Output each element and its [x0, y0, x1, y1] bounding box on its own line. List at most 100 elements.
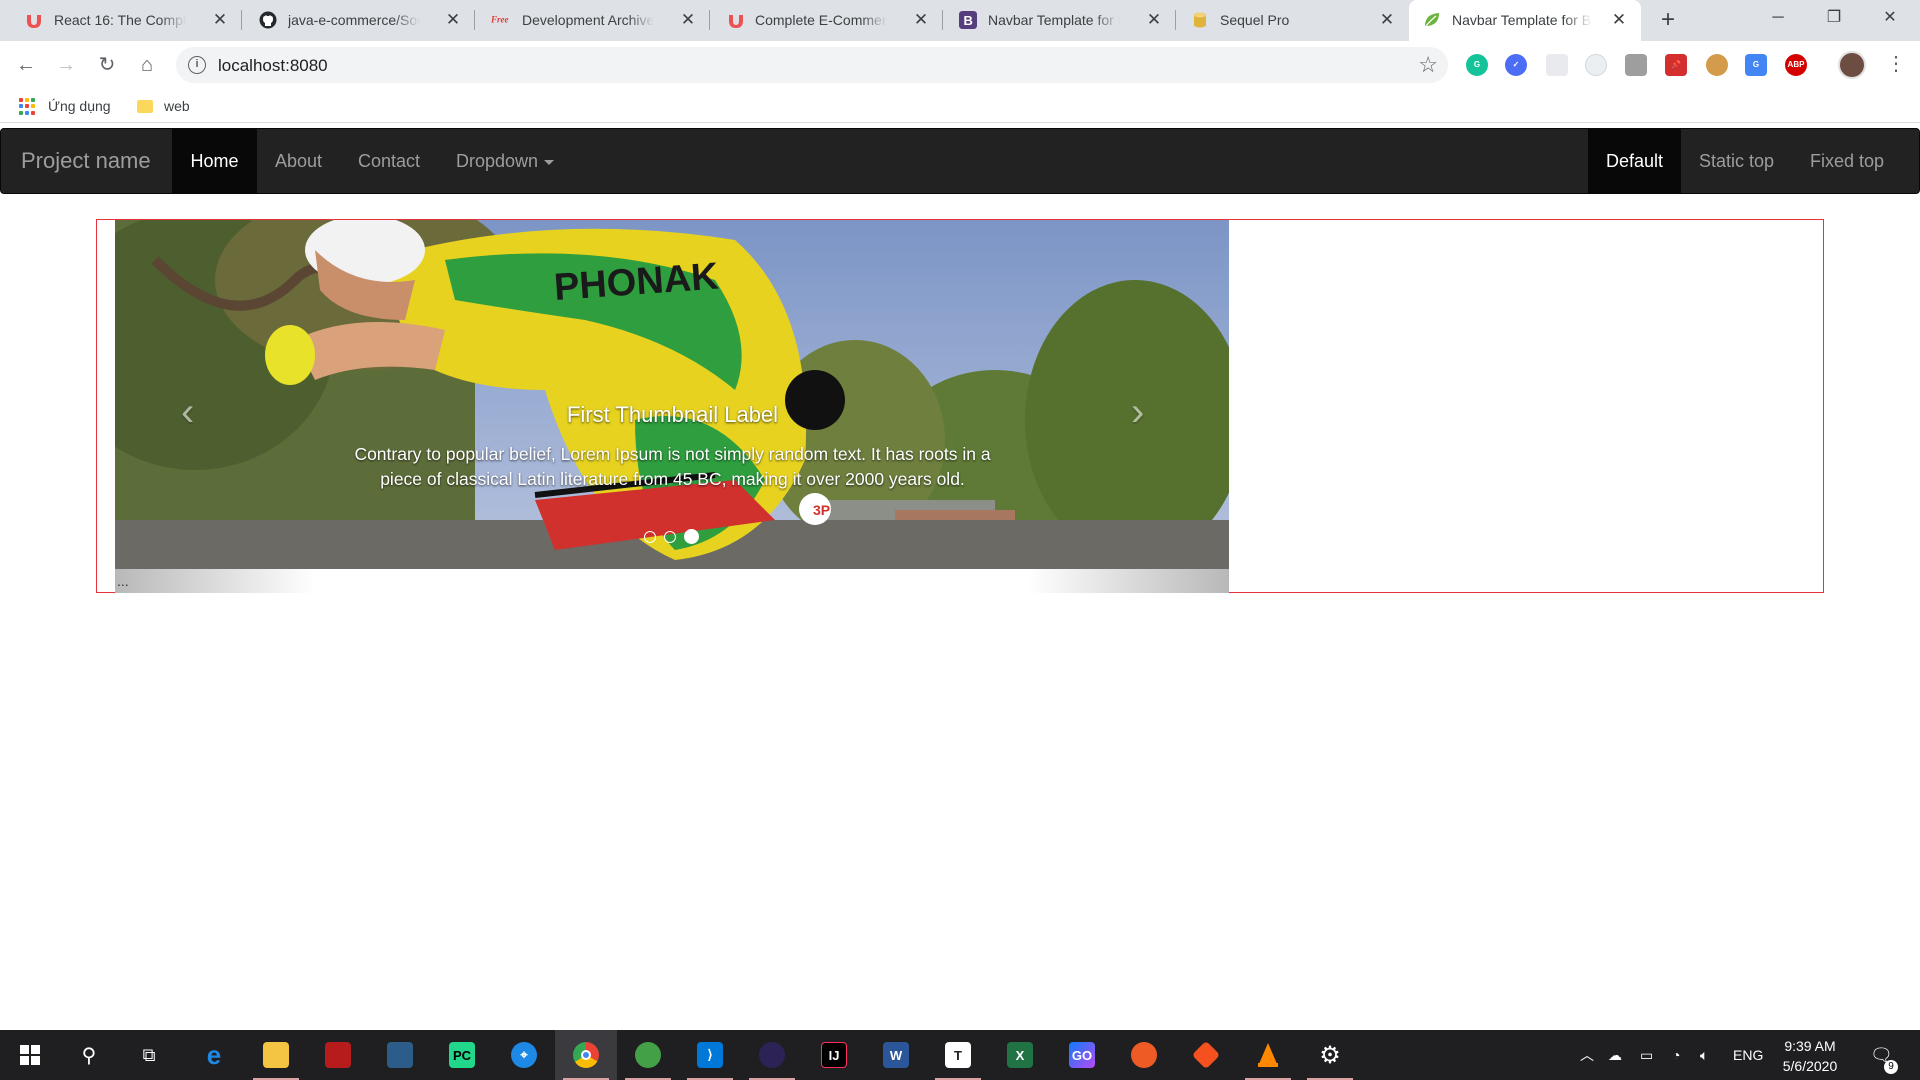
- nav-default[interactable]: Default: [1588, 129, 1681, 193]
- tab-title: Complete E-Commerce: [755, 12, 887, 28]
- tab-title: Navbar Template for Bootstrap: [1452, 12, 1592, 28]
- green-app-icon: [635, 1042, 661, 1068]
- car-app-icon: [325, 1042, 351, 1068]
- carousel-next-control[interactable]: ›: [1131, 390, 1144, 435]
- browser-tab[interactable]: Sequel Pro ✕: [1176, 0, 1409, 41]
- carousel-prev-control[interactable]: ‹: [181, 390, 194, 435]
- wifi-icon: ◔: [1672, 1047, 1681, 1063]
- folder-icon: [137, 99, 153, 113]
- close-icon[interactable]: ✕: [443, 10, 463, 30]
- taskbar-excel[interactable]: X: [989, 1030, 1051, 1080]
- nav-home[interactable]: Home: [172, 129, 257, 193]
- network-tray[interactable]: ◔: [1672, 1030, 1680, 1080]
- close-icon[interactable]: ✕: [1144, 10, 1164, 30]
- grammarly-icon[interactable]: G: [1466, 54, 1488, 76]
- bookmark-apps[interactable]: Ứng dụng: [19, 96, 111, 116]
- timer-extension-icon[interactable]: [1585, 54, 1607, 76]
- close-icon[interactable]: ✕: [210, 10, 230, 30]
- bookmark-folder-web[interactable]: web: [137, 96, 190, 116]
- taskbar-vlc[interactable]: [1237, 1030, 1299, 1080]
- taskbar-pycharm[interactable]: PC: [431, 1030, 493, 1080]
- browser-tab-active[interactable]: Navbar Template for Bootstrap ✕: [1409, 0, 1641, 41]
- home-icon[interactable]: ⌂: [133, 51, 161, 79]
- navbar-brand[interactable]: Project name: [21, 148, 151, 174]
- menu-kebab-icon[interactable]: ⋮: [1884, 52, 1908, 76]
- browser-tab[interactable]: java-e-commerce/Source ✕: [242, 0, 475, 41]
- show-hidden-icons[interactable]: ︿: [1580, 1030, 1594, 1080]
- taskbar-mysql-workbench[interactable]: [369, 1030, 431, 1080]
- taskbar-file-explorer[interactable]: [245, 1030, 307, 1080]
- nav-contact[interactable]: Contact: [340, 129, 438, 193]
- pin-extension-icon[interactable]: 📌: [1665, 54, 1687, 76]
- back-icon[interactable]: ←: [12, 51, 40, 79]
- search-button[interactable]: ⚲: [58, 1030, 120, 1080]
- translate-icon[interactable]: G: [1745, 54, 1767, 76]
- taskbar-app-car[interactable]: [307, 1030, 369, 1080]
- browser-tab[interactable]: B Navbar Template for Bootstrap ✕: [943, 0, 1176, 41]
- tab-title: Sequel Pro: [1220, 12, 1290, 28]
- browser-tab[interactable]: React 16: The Complete Guide ✕: [0, 0, 242, 41]
- taskbar-maps[interactable]: ⌖: [493, 1030, 555, 1080]
- nav-dropdown[interactable]: Dropdown: [438, 129, 572, 193]
- carousel-indicator[interactable]: [644, 530, 656, 543]
- nav-about[interactable]: About: [257, 129, 340, 193]
- taskbar-edge[interactable]: e: [183, 1030, 245, 1080]
- carousel-indicator-active[interactable]: [684, 529, 699, 544]
- close-icon[interactable]: ✕: [1609, 10, 1629, 30]
- start-button[interactable]: [0, 1030, 60, 1080]
- clock-time: 9:39 AM: [1784, 1038, 1836, 1054]
- nav-static-top[interactable]: Static top: [1681, 129, 1792, 193]
- url-text: localhost:8080: [218, 56, 328, 75]
- carousel-indicator[interactable]: [664, 530, 676, 543]
- onedrive-tray[interactable]: ☁: [1608, 1030, 1622, 1080]
- battery-tray[interactable]: ▭: [1640, 1030, 1653, 1080]
- close-icon[interactable]: ✕: [1377, 10, 1397, 30]
- browser-toolbar: ← → ↻ ⌂ i localhost:8080 ☆ G ✓ 📌 G ABP ⋮: [0, 41, 1920, 89]
- taskbar-settings[interactable]: ⚙: [1299, 1030, 1361, 1080]
- pycharm-icon: PC: [449, 1042, 475, 1068]
- nav-fixed-top[interactable]: Fixed top: [1792, 129, 1902, 193]
- taskbar-intellij[interactable]: IJ: [803, 1030, 865, 1080]
- volume-tray[interactable]: 🔈︎: [1700, 1030, 1708, 1080]
- gray-extension-icon[interactable]: [1625, 54, 1647, 76]
- taskbar-sourcetree[interactable]: [1175, 1030, 1237, 1080]
- site-info-icon[interactable]: i: [188, 56, 206, 74]
- taskbar-word[interactable]: W: [865, 1030, 927, 1080]
- taskbar-app-green[interactable]: [617, 1030, 679, 1080]
- caret-down-icon: [544, 159, 555, 165]
- windows-taskbar: ⚲ ⧉ e PC ⌖ ⟩ IJ W T X GO ⚙ ︿ ☁ ▭ ◔ 🔈︎ EN…: [0, 1030, 1920, 1080]
- reload-icon[interactable]: ↻: [93, 51, 121, 79]
- taskbar-goland[interactable]: GO: [1051, 1030, 1113, 1080]
- close-icon[interactable]: ✕: [911, 10, 931, 30]
- bookmark-star-icon[interactable]: ☆: [1418, 52, 1438, 78]
- minimize-icon[interactable]: ─: [1750, 0, 1806, 36]
- browser-tab[interactable]: Complete E-Commerce ✕: [710, 0, 943, 41]
- browser-tab[interactable]: Free Development Archives ✕: [475, 0, 710, 41]
- adblock-icon[interactable]: ABP: [1785, 54, 1807, 76]
- svg-text:3P: 3P: [813, 502, 830, 518]
- notifications-button[interactable]: 🗨︎ 9: [1870, 1030, 1898, 1080]
- taskbar-typora[interactable]: T: [927, 1030, 989, 1080]
- excel-icon: X: [1007, 1042, 1033, 1068]
- blank-extension-icon[interactable]: [1546, 54, 1568, 76]
- close-icon[interactable]: ✕: [678, 10, 698, 30]
- notification-count-badge: 9: [1884, 1060, 1898, 1074]
- address-bar[interactable]: i localhost:8080 ☆: [176, 47, 1448, 83]
- cookie-icon[interactable]: [1706, 54, 1728, 76]
- restore-icon[interactable]: ❐: [1806, 0, 1862, 36]
- language-indicator[interactable]: ENG: [1733, 1030, 1763, 1080]
- avatar[interactable]: [1838, 51, 1866, 79]
- taskbar-vscode[interactable]: ⟩: [679, 1030, 741, 1080]
- window-close-icon[interactable]: ✕: [1862, 0, 1918, 36]
- check-extension-icon[interactable]: ✓: [1505, 54, 1527, 76]
- task-view-button[interactable]: ⧉: [118, 1030, 180, 1080]
- taskbar-eclipse[interactable]: [741, 1030, 803, 1080]
- system-clock[interactable]: 9:39 AM 5/6/2020: [1772, 1036, 1848, 1076]
- new-tab-button[interactable]: +: [1656, 8, 1680, 32]
- vlc-icon: [1255, 1042, 1281, 1068]
- taskbar-chrome[interactable]: [555, 1030, 617, 1080]
- forward-icon[interactable]: →: [52, 51, 80, 79]
- taskbar-postman[interactable]: [1113, 1030, 1175, 1080]
- clock-date: 5/6/2020: [1782, 1058, 1838, 1074]
- typora-icon: T: [945, 1042, 971, 1068]
